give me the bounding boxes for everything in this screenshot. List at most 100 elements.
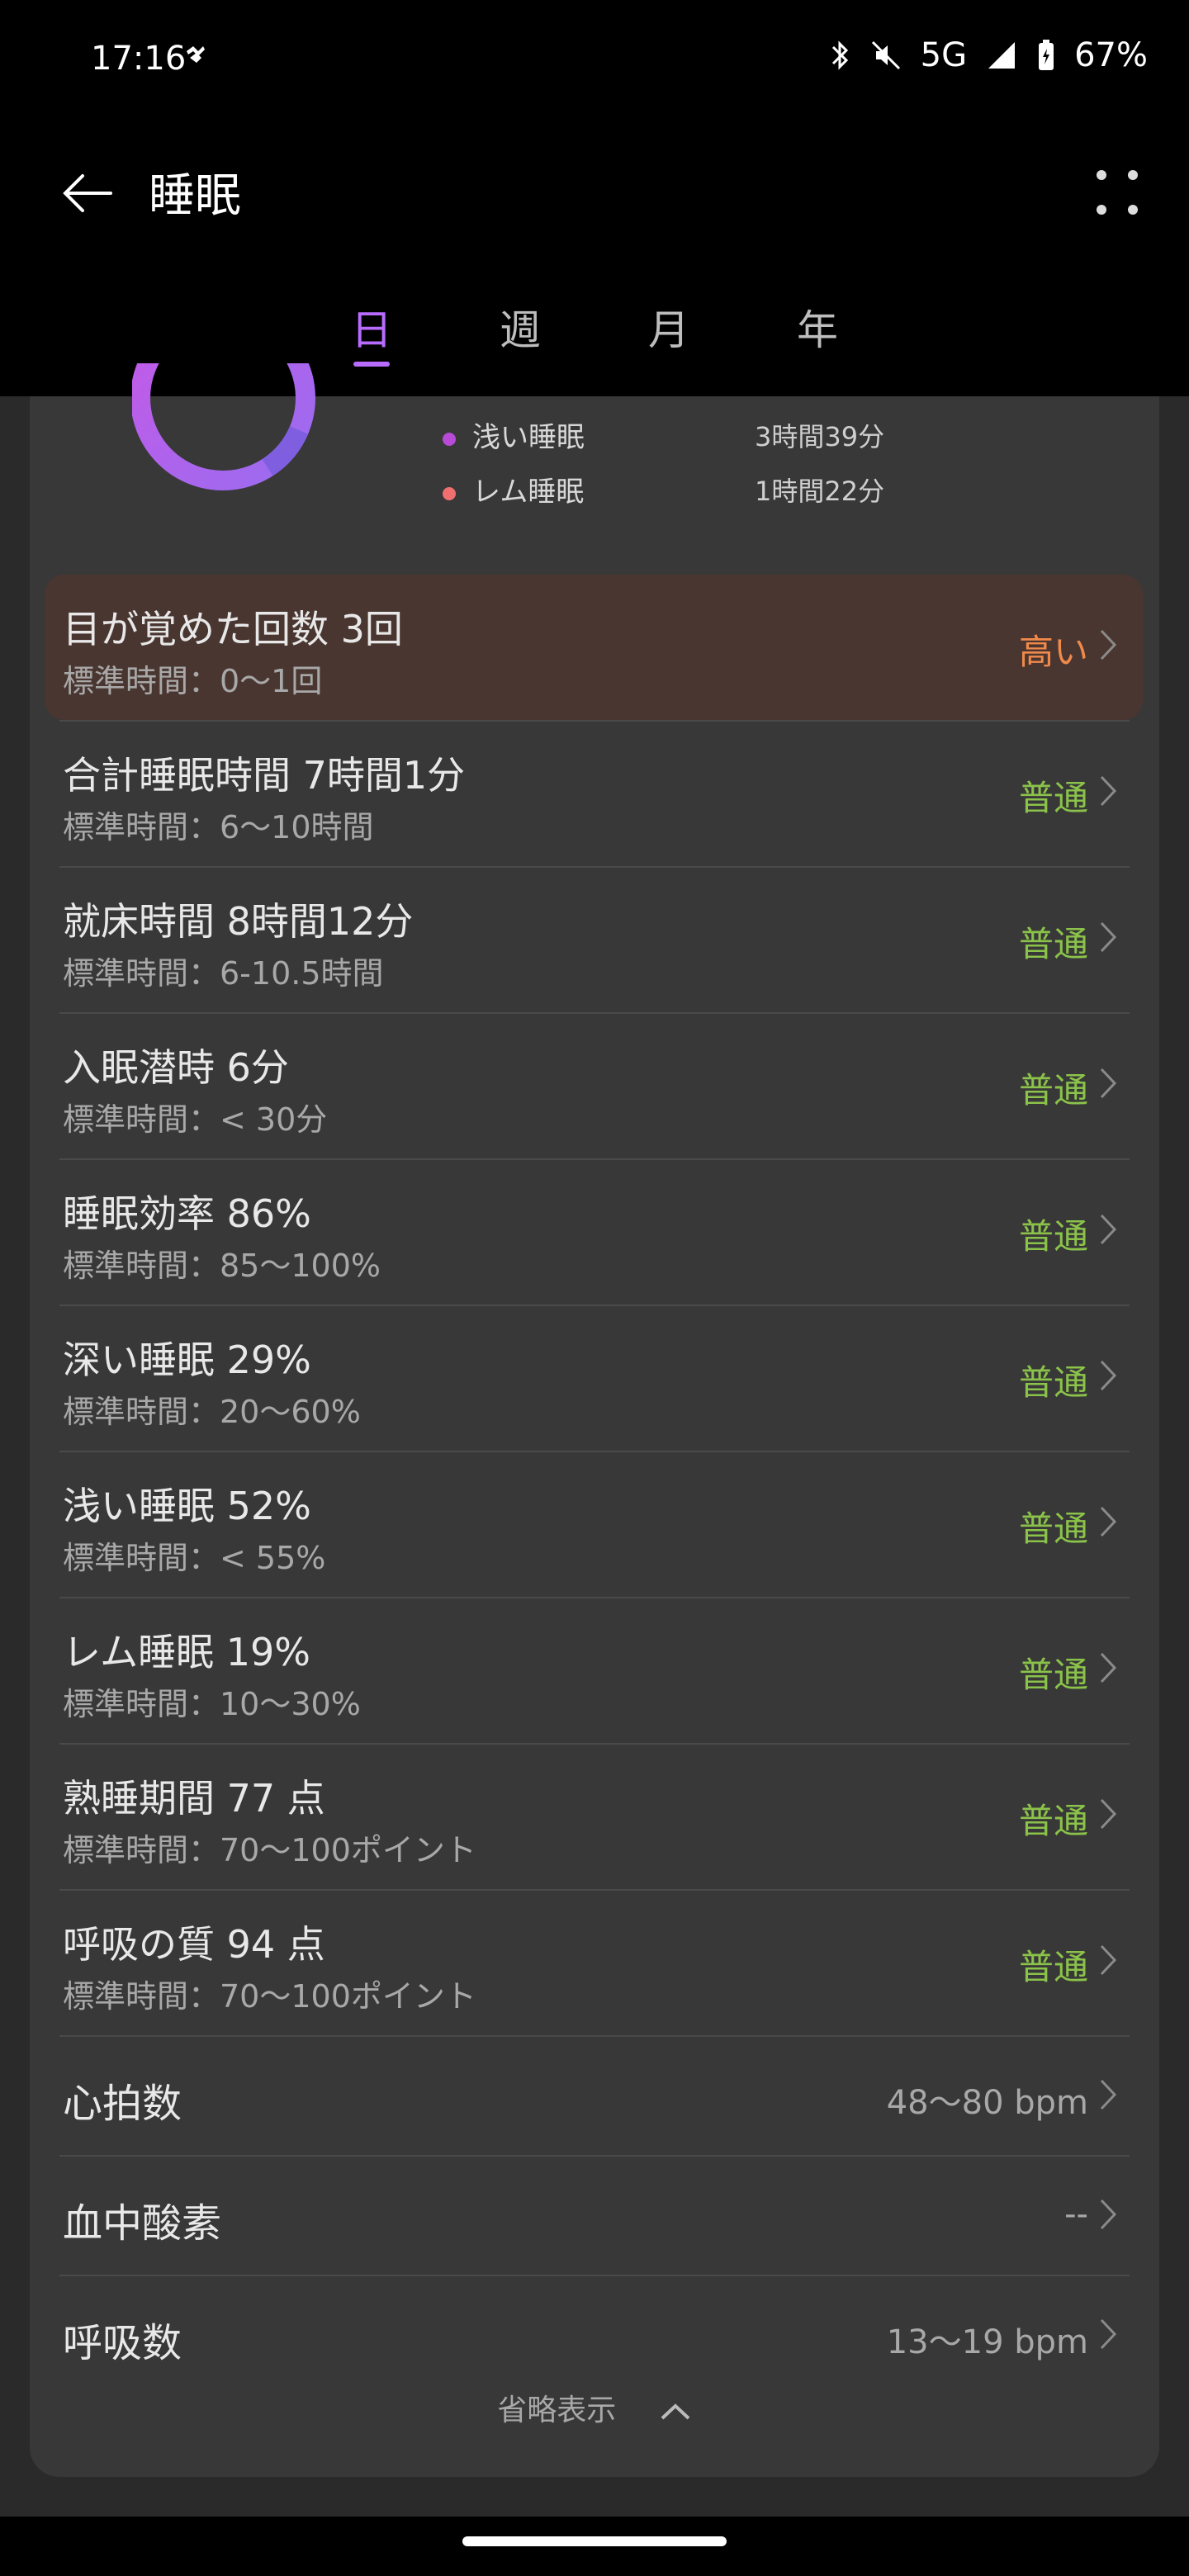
metric-row[interactable]: 睡眠効率 86% 標準時間：85〜100% 普通 [45, 1159, 1143, 1305]
legend-rem-sleep: レム睡眠 [443, 469, 584, 509]
battery-icon [1039, 40, 1054, 70]
metric-row[interactable]: 入眠潜時 6分標準時間：< 30分 普通 [45, 1013, 1143, 1158]
legend-value: 1時間22分 [755, 476, 885, 507]
chevron-right-icon [1098, 1066, 1118, 1101]
metric-status: 普通 [1018, 1070, 1088, 1110]
metric-title: 浅い睡眠 52% [63, 1484, 311, 1528]
metric-title: 目が覚めた回数 3回 [63, 607, 403, 651]
metric-status: 普通 [1018, 1801, 1088, 1841]
metric-status: 普通 [1018, 924, 1088, 964]
chevron-right-icon [1098, 2317, 1118, 2351]
back-arrow-icon [63, 174, 112, 212]
tab-year[interactable]: 年 [768, 297, 867, 357]
metric-row[interactable]: 呼吸の質 94 点標準時間：70〜100ポイント 普通 [45, 1890, 1143, 2035]
home-indicator[interactable] [462, 2536, 727, 2546]
divider [59, 1305, 1130, 1306]
metric-standard: 標準時間：20〜60% [63, 1394, 361, 1430]
app-bar: 睡眠 [0, 124, 1189, 272]
metric-status: 高い [1018, 632, 1088, 672]
divider [59, 1597, 1130, 1598]
metric-standard: 標準時間：85〜100% [63, 1248, 381, 1284]
metric-standard: 標準時間：6-10.5時間 [63, 955, 384, 992]
divider [59, 866, 1130, 868]
divider [59, 1889, 1130, 1891]
metric-row[interactable]: 合計睡眠時間 7時間1分標準時間：6〜10時間 普通 [45, 721, 1143, 866]
metric-standard: 標準時間：70〜100ポイント [63, 1832, 476, 1868]
battery-level: 67% [1074, 36, 1148, 74]
legend-value: 3時間39分 [755, 421, 885, 452]
vital-row[interactable]: 血中酸素 -- [45, 2156, 1143, 2275]
metric-standard: 標準時間：< 30分 [63, 1101, 328, 1138]
vital-value: -- [1064, 2195, 1088, 2233]
vital-value: 13〜19 bpm [886, 2323, 1088, 2361]
metric-title: 呼吸の質 94 点 [63, 1922, 325, 1967]
tab-indicator [353, 362, 390, 367]
metric-status: 普通 [1018, 1216, 1088, 1257]
collapse-button[interactable]: 省略表示 [30, 2386, 1159, 2429]
chevron-right-icon [1098, 1943, 1118, 1977]
metric-title: 睡眠効率 86% [63, 1191, 311, 1236]
legend-label: 浅い睡眠 [472, 421, 585, 454]
legend-label: レム睡眠 [472, 476, 585, 509]
metric-row[interactable]: 就床時間 8時間12分標準時間：6-10.5時間 普通 [45, 867, 1143, 1012]
network-label: 5G [920, 36, 968, 74]
vital-title: 血中酸素 [63, 2200, 222, 2247]
metric-status: 普通 [1018, 778, 1088, 818]
metric-row[interactable]: レム睡眠 19% 標準時間：10〜30% 普通 [45, 1598, 1143, 1743]
divider [59, 1743, 1130, 1745]
chevron-right-icon [1098, 1650, 1118, 1685]
metric-title: 入眠潜時 6分 [63, 1045, 289, 1090]
status-time: 17:16 [91, 40, 187, 78]
chevron-right-icon [1098, 2077, 1118, 2112]
chevron-right-icon [1098, 1504, 1118, 1539]
metric-standard: 標準時間：< 55% [63, 1540, 326, 1576]
metric-title: 合計睡眠時間 7時間1分 [63, 753, 466, 798]
status-bar: 17:16 5G 67% [0, 0, 1189, 124]
navigation-bar [0, 2517, 1189, 2576]
chevron-right-icon [1098, 774, 1118, 808]
metric-title: 就床時間 8時間12分 [63, 899, 414, 944]
metric-standard: 標準時間：70〜100ポイント [63, 1978, 476, 2015]
divider [59, 1158, 1130, 1160]
chevron-right-icon [1098, 1797, 1118, 1831]
page-title: 睡眠 [149, 169, 241, 223]
tab-month[interactable]: 月 [619, 297, 718, 357]
sleep-detail-card: 浅い睡眠 3時間39分 レム睡眠 1時間22分 目が覚めた回数 3回 標準時間：0… [30, 363, 1159, 2477]
metric-row[interactable]: 浅い睡眠 52% 標準時間：< 55% 普通 [45, 1451, 1143, 1597]
vital-title: 呼吸数 [63, 2320, 182, 2366]
vital-row[interactable]: 呼吸数 13〜19 bpm [45, 2275, 1143, 2394]
chevron-right-icon [1098, 627, 1118, 662]
metric-standard: 標準時間：6〜10時間 [63, 809, 374, 845]
tab-week[interactable]: 週 [471, 297, 570, 357]
notification-icon [187, 46, 205, 63]
divider [59, 1451, 1130, 1452]
vital-title: 心拍数 [63, 2081, 182, 2127]
vital-row[interactable]: 心拍数 48〜80 bpm [45, 2036, 1143, 2155]
tab-day[interactable]: 日 [322, 297, 421, 357]
more-options-icon[interactable] [1088, 163, 1146, 221]
signal-icon [988, 42, 1016, 69]
metric-title: 熟睡期間 77 点 [63, 1776, 325, 1821]
back-button[interactable] [54, 160, 121, 226]
metric-row[interactable]: 目が覚めた回数 3回 標準時間：0〜1回 高い [45, 575, 1143, 720]
metric-status: 普通 [1018, 1947, 1088, 1987]
bluetooth-icon [831, 40, 848, 70]
metric-row[interactable]: 熟睡期間 77 点標準時間：70〜100ポイント 普通 [45, 1744, 1143, 1889]
sleep-ring-chart [132, 363, 315, 490]
metric-standard: 標準時間：10〜30% [63, 1686, 361, 1722]
metric-title: レム睡眠 19% [63, 1630, 310, 1674]
collapse-label: 省略表示 [497, 2394, 617, 2427]
chevron-right-icon [1098, 920, 1118, 954]
legend-light-sleep: 浅い睡眠 [443, 414, 585, 455]
chevron-right-icon [1098, 1212, 1118, 1247]
chevron-up-icon [661, 2403, 690, 2420]
metric-status: 普通 [1018, 1508, 1088, 1549]
divider [59, 720, 1130, 722]
divider [59, 1012, 1130, 1014]
chevron-right-icon [1098, 1358, 1118, 1393]
mute-icon [871, 40, 900, 70]
metric-status: 普通 [1018, 1362, 1088, 1403]
metric-row[interactable]: 深い睡眠 29% 標準時間：20〜60% 普通 [45, 1305, 1143, 1451]
chevron-right-icon [1098, 2197, 1118, 2232]
rem-sleep-dot [443, 486, 456, 500]
